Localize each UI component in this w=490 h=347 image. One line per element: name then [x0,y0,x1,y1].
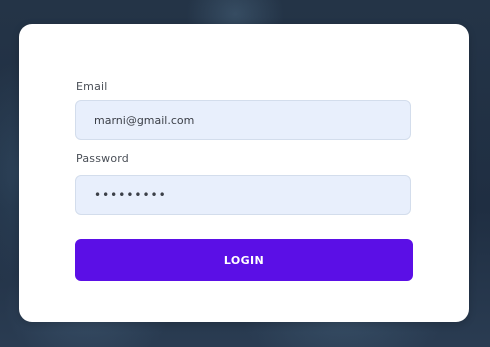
login-button[interactable]: LOGIN [75,239,413,281]
password-field[interactable] [75,175,411,215]
email-field[interactable] [75,100,411,140]
password-label: Password [76,152,129,165]
login-card: Email Password LOGIN [19,24,469,322]
email-label: Email [76,80,108,93]
